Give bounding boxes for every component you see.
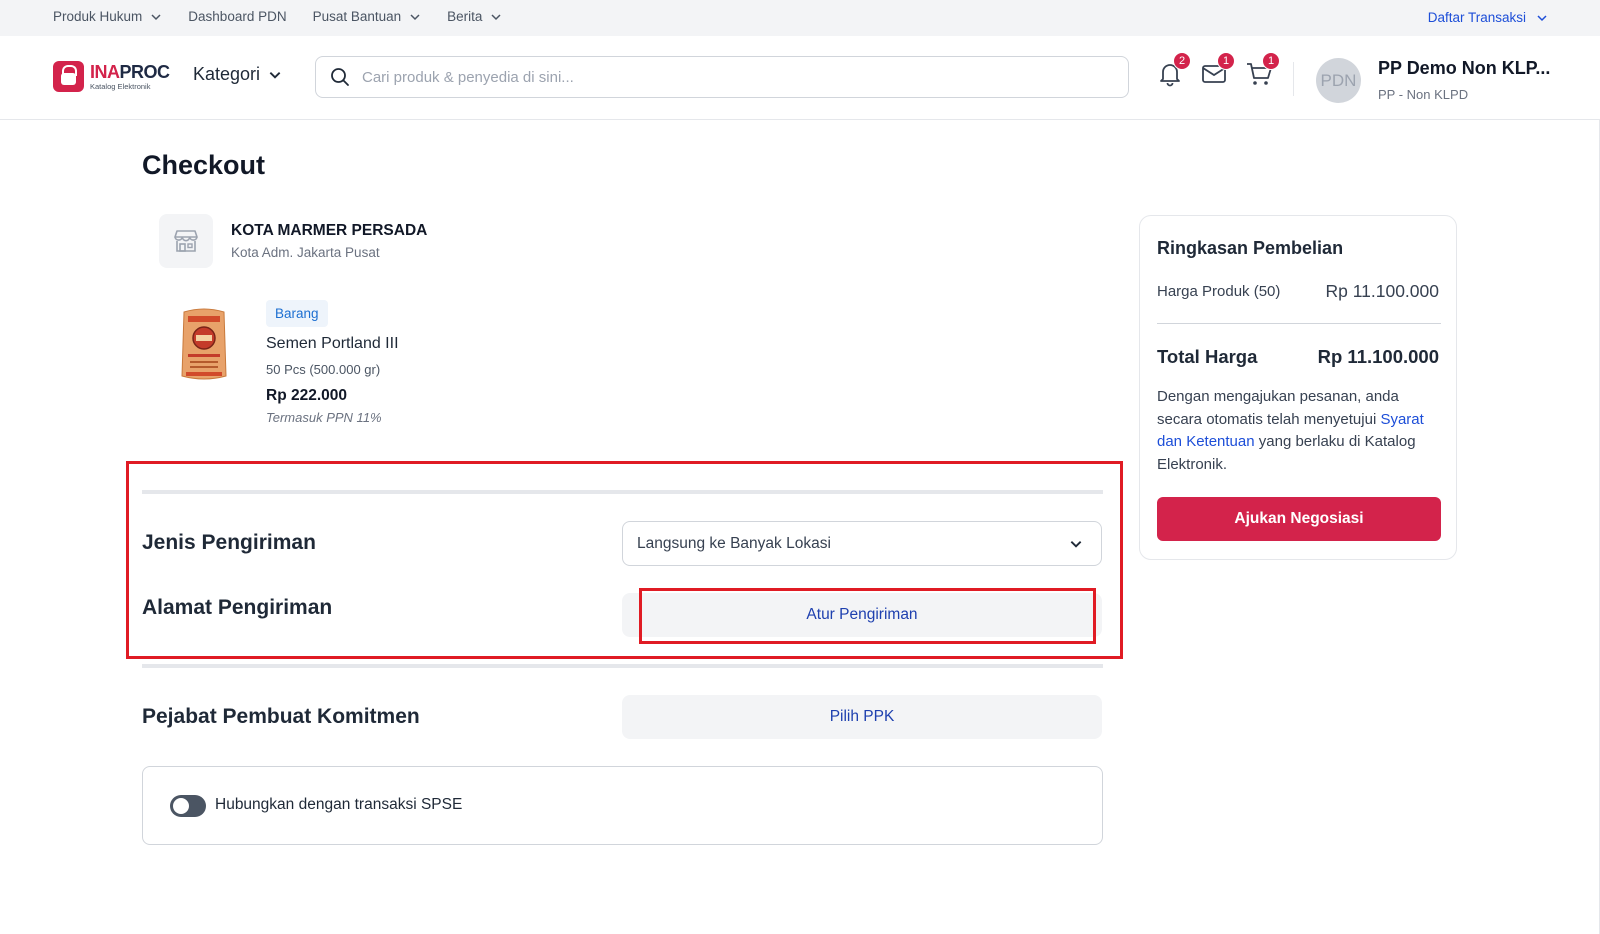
terms-note-before: Dengan mengajukan pesanan, anda secara o… xyxy=(1157,388,1399,428)
terms-note: Dengan mengajukan pesanan, anda secara o… xyxy=(1157,386,1447,476)
logo-wordmark: INAPROC xyxy=(90,63,170,81)
messages-button[interactable]: 1 xyxy=(1199,52,1235,88)
chevron-down-icon xyxy=(269,71,281,79)
chevron-down-icon xyxy=(491,13,501,20)
section-divider xyxy=(142,490,1103,494)
summary-divider xyxy=(1157,323,1441,324)
product-name[interactable]: Semen Portland III xyxy=(266,335,399,353)
purchase-summary-card: Ringkasan Pembelian Harga Produk (50) Rp… xyxy=(1139,215,1457,560)
spse-toggle[interactable] xyxy=(170,795,206,817)
logo-proc: PROC xyxy=(119,61,171,82)
cart-button[interactable]: 1 xyxy=(1244,52,1280,88)
kategori-dropdown[interactable]: Kategori xyxy=(193,64,282,85)
chevron-down-icon xyxy=(1070,540,1082,548)
shopping-bag-icon xyxy=(53,61,84,92)
page-title: Checkout xyxy=(142,150,266,180)
product-image xyxy=(178,306,230,384)
ppk-label: Pejabat Pembuat Komitmen xyxy=(142,705,420,728)
nav-berita-label: Berita xyxy=(447,9,483,24)
search-input[interactable] xyxy=(362,68,1082,86)
main-header: INAPROC Katalog Elektronik Kategori 2 1 … xyxy=(0,36,1600,120)
logo-text: INAPROC Katalog Elektronik xyxy=(90,63,170,91)
kategori-label: Kategori xyxy=(193,64,261,84)
store-icon xyxy=(159,214,213,268)
daftar-transaksi-label: Daftar Transaksi xyxy=(1427,10,1526,25)
spse-toggle-label: Hubungkan dengan transaksi SPSE xyxy=(215,796,463,813)
search-bar[interactable] xyxy=(315,56,1129,98)
nav-berita[interactable]: Berita xyxy=(447,9,502,24)
utility-nav: Produk Hukum Dashboard PDN Pusat Bantuan… xyxy=(53,9,502,24)
shipping-type-select[interactable]: Langsung ke Banyak Lokasi xyxy=(622,521,1102,566)
ajukan-negosiasi-button[interactable]: Ajukan Negosiasi xyxy=(1157,497,1441,541)
chevron-down-icon xyxy=(410,13,420,20)
shop-name[interactable]: KOTA MARMER PERSADA xyxy=(231,222,427,240)
nav-pusat-bantuan-label: Pusat Bantuan xyxy=(312,9,402,24)
nav-dashboard-pdn-label: Dashboard PDN xyxy=(188,9,287,24)
product-tax-note: Termasuk PPN 11% xyxy=(266,410,382,425)
total-label: Total Harga xyxy=(1157,346,1258,367)
nav-produk-hukum-label: Produk Hukum xyxy=(53,9,143,24)
atur-pengiriman-button[interactable]: Atur Pengiriman xyxy=(622,593,1102,637)
shipping-address-label: Alamat Pengiriman xyxy=(142,596,333,619)
product-price: Rp 222.000 xyxy=(266,387,347,404)
cart-badge: 1 xyxy=(1262,52,1280,70)
user-role: PP - Non KLPD xyxy=(1378,87,1469,102)
section-divider xyxy=(142,664,1103,668)
nav-pusat-bantuan[interactable]: Pusat Bantuan xyxy=(313,9,422,24)
search-icon xyxy=(331,68,349,86)
total-value: Rp 11.100.000 xyxy=(1317,346,1439,367)
avatar[interactable]: PDN xyxy=(1316,58,1361,103)
chevron-down-icon xyxy=(151,13,161,20)
product-quantity: 50 Pcs (500.000 gr) xyxy=(266,362,381,377)
notification-button[interactable]: 2 xyxy=(1155,52,1191,88)
notification-badge: 2 xyxy=(1173,52,1191,70)
shipping-type-label: Jenis Pengiriman xyxy=(142,531,316,554)
product-type-tag: Barang xyxy=(266,300,328,327)
messages-badge: 1 xyxy=(1217,52,1235,70)
user-name[interactable]: PP Demo Non KLP... xyxy=(1378,58,1550,79)
chevron-down-icon xyxy=(1537,14,1547,21)
logo-ina: INA xyxy=(90,61,120,82)
logo-subtitle: Katalog Elektronik xyxy=(90,81,151,91)
shop-location: Kota Adm. Jakarta Pusat xyxy=(231,245,380,260)
inaproc-logo[interactable]: INAPROC Katalog Elektronik xyxy=(53,61,170,92)
summary-title: Ringkasan Pembelian xyxy=(1157,238,1344,258)
spse-link-card: Hubungkan dengan transaksi SPSE xyxy=(142,766,1103,845)
product-price-label: Harga Produk (50) xyxy=(1157,283,1281,300)
nav-dashboard-pdn[interactable]: Dashboard PDN xyxy=(188,9,286,24)
header-divider xyxy=(1293,62,1294,96)
pilih-ppk-button[interactable]: Pilih PPK xyxy=(622,695,1102,739)
shipping-type-value: Langsung ke Banyak Lokasi xyxy=(637,534,831,552)
product-price-value: Rp 11.100.000 xyxy=(1325,281,1439,301)
daftar-transaksi-menu[interactable]: Daftar Transaksi xyxy=(1428,10,1548,25)
utility-bar: Produk Hukum Dashboard PDN Pusat Bantuan… xyxy=(0,0,1600,36)
nav-produk-hukum[interactable]: Produk Hukum xyxy=(53,9,162,24)
